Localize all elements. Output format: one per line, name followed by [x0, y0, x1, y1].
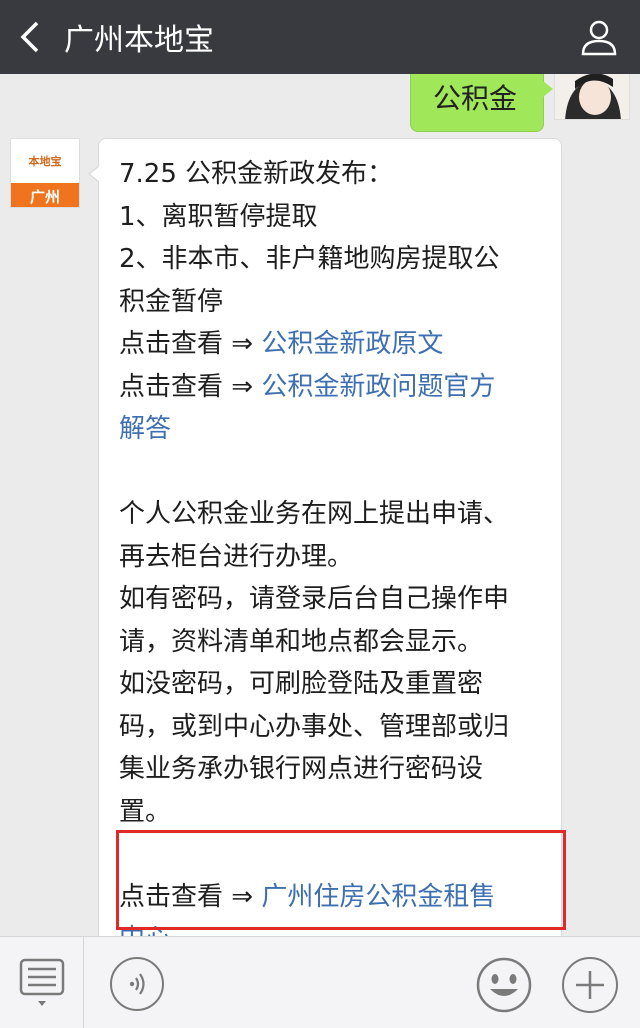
policy-original-link[interactable]: 公积金新政原文: [261, 329, 443, 359]
link-prefix: 点击查看 ⇒: [119, 881, 262, 912]
message-link-row: 点击查看 ⇒ 公积金新政问题官方: [119, 366, 543, 409]
received-message-bubble: 7.25 公积金新政发布： 1、离职暂停提取 2、非本市、非户籍地购房提取公 积…: [88, 138, 562, 936]
top-nav-bar: 广州本地宝: [0, 0, 640, 74]
person-icon: [581, 20, 617, 56]
link-prefix: 点击查看 ⇒: [119, 371, 262, 402]
message-line: 如有密码，请登录后台自己操作申: [119, 584, 510, 614]
message-line: 再去柜台进行办理。: [119, 541, 354, 572]
message-line: 请，资料清单和地点都会显示。: [119, 626, 484, 657]
bendibao-logo: 本地宝: [28, 155, 62, 168]
user-photo: [555, 74, 629, 119]
chat-area[interactable]: 公积金 本地宝 广州 7.25 公积金新政发布： 1、离职暂停提取 2、非本市、…: [0, 74, 640, 936]
emoji-button[interactable]: [476, 957, 532, 1013]
more-options-button[interactable]: [562, 957, 618, 1013]
profile-button[interactable]: [572, 10, 626, 64]
input-toolbar: [0, 936, 640, 1028]
link-prefix: 点击查看 ⇒: [119, 329, 262, 359]
message-input[interactable]: [182, 957, 462, 1011]
plus-icon: [576, 971, 604, 999]
voice-icon: [129, 973, 145, 995]
message-line: 积金暂停: [119, 286, 224, 317]
message-link-row: 点击查看 ⇒ 广州住房公积金租售: [119, 876, 543, 919]
message-line: 7.25 公积金新政发布：: [119, 159, 394, 189]
back-button[interactable]: [0, 0, 60, 74]
message-line: 集业务承办银行网点进行密码设: [119, 754, 484, 784]
chevron-left-icon: [20, 21, 39, 53]
official-account-avatar[interactable]: 本地宝 广州: [10, 138, 80, 208]
message-line: 如没密码，可刷脸登陆及重置密: [119, 669, 484, 699]
smiley-icon: [476, 957, 532, 1013]
menu-list-icon: [19, 958, 64, 1006]
sent-message-bubble[interactable]: 公积金: [409, 74, 554, 132]
rental-center-link[interactable]: 广州住房公积金租售: [261, 882, 495, 912]
user-avatar[interactable]: [554, 74, 630, 120]
voice-input-button[interactable]: [110, 957, 164, 1011]
message-line: 2、非本市、非户籍地购房提取公: [119, 244, 500, 274]
message-line: 1、离职暂停提取: [119, 201, 318, 232]
sent-message-text: 公积金: [432, 82, 517, 115]
message-line: 码，或到中心办事处、管理部或归: [119, 711, 510, 742]
menu-toggle-button[interactable]: [0, 937, 84, 1028]
message-line: 个人公积金业务在网上提出申请、: [119, 499, 510, 529]
city-label: 广州: [11, 183, 79, 207]
policy-faq-link-cont[interactable]: 解答: [119, 408, 543, 451]
policy-faq-link[interactable]: 公积金新政问题官方: [261, 372, 495, 402]
rental-center-link-cont[interactable]: 中心: [119, 918, 543, 936]
chat-title: 广州本地宝: [64, 23, 214, 58]
message-line: 置。: [119, 796, 172, 827]
message-link-row: 点击查看 ⇒ 公积金新政原文: [119, 323, 543, 366]
